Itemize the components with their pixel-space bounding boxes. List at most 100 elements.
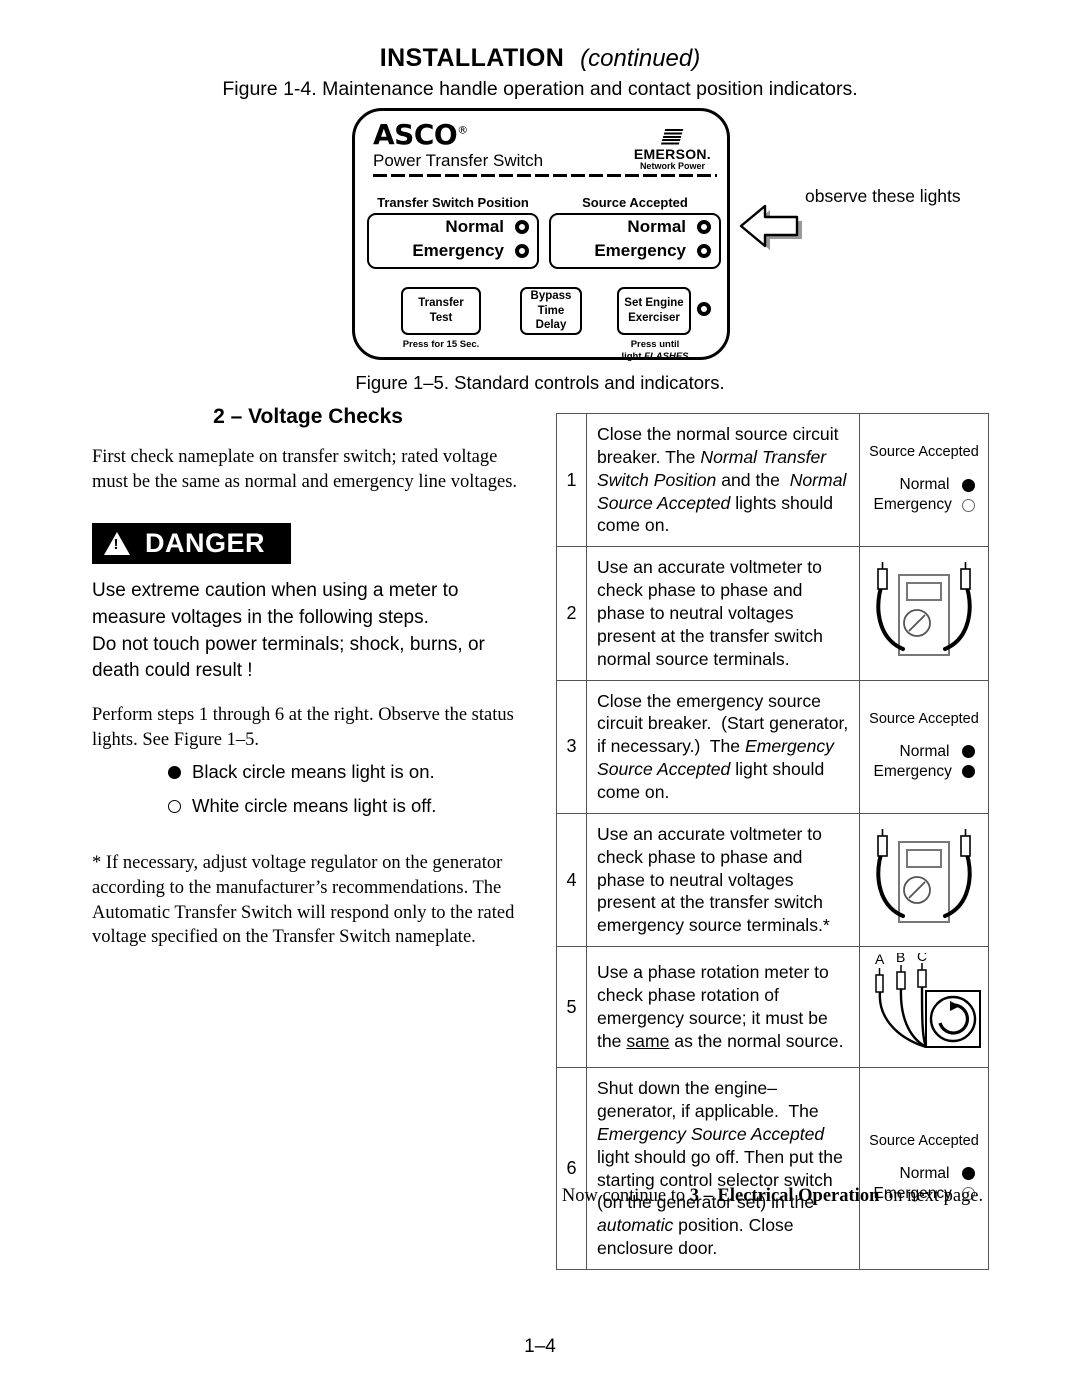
legend-light-on-text: Black circle means light is on. (192, 761, 435, 782)
set-engine-exerciser-button[interactable]: Set Engine Exerciser (617, 287, 691, 335)
transfer-switch-position-label: Transfer Switch Position (377, 195, 529, 210)
sa-indicator-emergency-led-icon (961, 765, 975, 779)
emerson-tagline: Network Power (639, 160, 705, 171)
step-3-illustration: Source Accepted Normal Emergency (859, 679, 989, 814)
exerciser-line2: Exerciser (628, 312, 680, 324)
control-panel-figure: ASCO® Power Transfer Switch EMERSON. Net… (352, 108, 730, 363)
page-title-continued: (continued) (580, 45, 701, 72)
step-number: 2 (556, 546, 587, 681)
bypass-line2: Time Delay (535, 304, 567, 332)
emerson-wordmark: EMERSON. (633, 146, 711, 162)
sa-emergency-led-icon (697, 244, 711, 258)
danger-banner: DANGER (92, 522, 292, 564)
emerson-mark-icon (661, 129, 684, 145)
sa-normal-row: Normal (551, 215, 719, 239)
source-accepted-indicator: Source Accepted Normal Emergency (864, 444, 984, 514)
perform-steps-paragraph: Perform steps 1 through 6 at the right. … (92, 705, 514, 751)
danger-label: DANGER (145, 527, 266, 558)
asco-wordmark: ASCO (373, 118, 458, 151)
registered-trademark-icon: ® (457, 123, 468, 137)
tsp-normal-led-icon (515, 220, 529, 234)
step-number: 4 (556, 812, 587, 948)
step-5-text: Use a phase rotation meter to check phas… (586, 946, 860, 1069)
legend-light-off: White circle means light is off. (168, 795, 524, 817)
left-column: 2 – Voltage Checks First check nameplate… (92, 405, 524, 972)
sa-indicator-normal-led-icon (961, 745, 975, 759)
step-3-text: Close the emergency source circuit break… (586, 679, 860, 814)
sa-indicator-normal-label: Normal (899, 742, 950, 760)
table-row: 3 Close the emergency source circuit bre… (556, 679, 989, 814)
continue-suffix: on next page. (879, 1186, 984, 1206)
sa-indicator-title: Source Accepted (869, 1132, 979, 1149)
exerciser-caption-flashes: FLASHES (644, 350, 689, 362)
sa-indicator-emergency-row: Emergency (864, 496, 984, 514)
sa-normal-label: Normal (627, 217, 686, 236)
panel-divider-rule (373, 174, 717, 177)
source-accepted-box: Normal Emergency (549, 213, 721, 269)
exerciser-caption-line1: Press until (630, 339, 680, 350)
figure-1-4-caption: Figure 1-4. Maintenance handle operation… (222, 78, 858, 100)
transfer-test-line2: Test (429, 312, 453, 324)
danger-text-1: Use extreme caution when using a meter t… (92, 579, 459, 628)
probe-label-a: A (875, 953, 885, 967)
danger-text-2: Do not touch power terminals; shock, bur… (92, 633, 485, 682)
sa-indicator-normal-led-icon (961, 478, 975, 492)
exerciser-caption: Press until light FLASHES (603, 339, 707, 363)
sa-indicator-emergency-led-icon (961, 498, 975, 512)
step-6-text: Shut down the engine–generator, if appli… (586, 1067, 860, 1271)
sa-indicator-normal-label: Normal (899, 476, 950, 494)
step-number: 5 (556, 946, 587, 1069)
filled-circle-icon (168, 765, 181, 779)
step-5-illustration: A B C (859, 946, 989, 1069)
step-number: 6 (556, 1067, 587, 1271)
asco-tagline: Power Transfer Switch (373, 151, 544, 170)
asco-logo: ASCO® (373, 121, 468, 149)
step-4-illustration (859, 812, 989, 948)
voltmeter-icon (876, 829, 972, 924)
sa-indicator-normal-row: Normal (864, 1165, 984, 1183)
sa-indicator-emergency-row: Emergency (864, 763, 984, 781)
sa-indicator-normal-row: Normal (864, 476, 984, 494)
bypass-line1: Bypass (530, 289, 572, 302)
tsp-normal-label: Normal (445, 217, 504, 236)
page-header: INSTALLATION (continued) (0, 44, 1080, 73)
source-accepted-indicator: Source Accepted Normal Emergency (864, 711, 984, 781)
sa-indicator-normal-label: Normal (899, 1164, 950, 1182)
bypass-time-delay-button[interactable]: Bypass Time Delay (520, 287, 582, 335)
voltage-check-steps-table: 1 Close the normal source circuit breake… (556, 412, 989, 1271)
phase-rotation-meter-icon: A B C (875, 953, 981, 1049)
sa-emergency-label: Emergency (594, 241, 686, 260)
transfer-test-button[interactable]: Transfer Test (401, 287, 481, 335)
transfer-test-line1: Transfer (418, 297, 464, 310)
table-row: 4 Use an accurate voltmeter to check pha… (556, 812, 989, 948)
step-1-text: Close the normal source circuit breaker.… (586, 412, 860, 548)
transfer-switch-position-box: Normal Emergency (367, 213, 539, 269)
continue-link-text: 3 – Electrical Operation (689, 1186, 880, 1206)
tsp-emergency-led-icon (515, 244, 529, 258)
footnote-paragraph: * If necessary, adjust voltage regulator… (92, 853, 515, 948)
continue-prefix: Now continue to (561, 1186, 690, 1206)
sa-emergency-row: Emergency (551, 239, 719, 263)
table-row: 5 Use a phase rotation meter to check ph… (556, 946, 989, 1069)
emerson-logo: EMERSON. Network Power (634, 129, 711, 171)
legend-light-on: Black circle means light is on. (168, 761, 524, 783)
probe-label-c: C (917, 953, 927, 964)
probe-label-b: B (896, 953, 905, 965)
tsp-emergency-label: Emergency (412, 241, 504, 260)
tsp-emergency-row: Emergency (369, 239, 537, 263)
pointing-arrow-icon (731, 196, 805, 250)
continue-note: Now continue to 3 – Electrical Operation… (556, 1186, 989, 1207)
figure-1-5-caption: Figure 1–5. Standard controls and indica… (355, 372, 725, 393)
voltmeter-icon (876, 562, 972, 657)
sa-indicator-title: Source Accepted (869, 444, 979, 461)
sa-indicator-normal-led-icon (961, 1167, 975, 1181)
page-number: 1–4 (524, 1336, 556, 1357)
legend-light-off-text: White circle means light is off. (192, 795, 437, 816)
sa-indicator-emergency-label: Emergency (873, 496, 952, 514)
source-accepted-label: Source Accepted (582, 195, 688, 210)
table-row: 2 Use an accurate voltmeter to check pha… (556, 546, 989, 681)
table-row: 1 Close the normal source circuit breake… (556, 412, 989, 548)
step-6-illustration: Source Accepted Normal Emergency (859, 1067, 989, 1271)
exerciser-caption-line2a: light (621, 350, 645, 362)
exerciser-line1: Set Engine (624, 297, 684, 310)
